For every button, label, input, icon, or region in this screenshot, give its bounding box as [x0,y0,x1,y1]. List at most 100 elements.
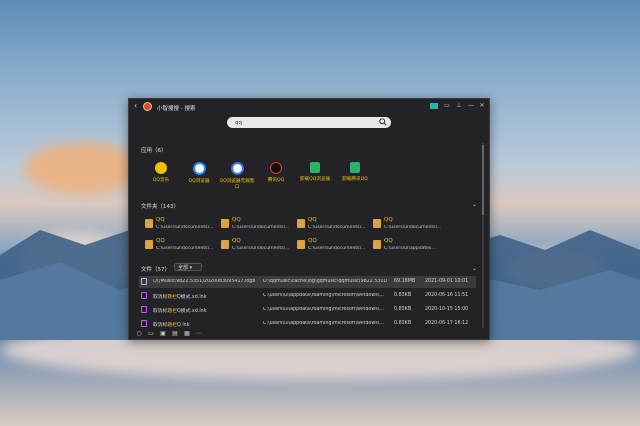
folder-item[interactable]: QQ C:\users\ul\documents\... [373,217,445,237]
file-path: D:\qqmusic\cache\log\qqmusic\qqmusic(982… [263,279,387,284]
name-suffix: Q.lnk [177,323,190,328]
file-date: 2020-06-17 16:12 [425,321,469,326]
name-suffix: Q模式.xd.lnk [177,309,207,314]
folder-icon [297,240,305,249]
chevron-down-icon[interactable]: ⌄ [472,265,477,272]
app-label: 卸载QQ浏览器 [299,177,331,182]
file-icon [141,278,147,285]
file-path: C:\users\ul\appdata\roaming\microsoft\wi… [263,307,384,312]
file-row[interactable]: QQMusic(9822.5351)2020083095417.log8 D:\… [139,276,476,288]
back-arrow-icon[interactable]: ‹ [134,102,137,110]
app-label: QQ浏览器 [188,179,210,184]
file-date: 2020-10-15 15:00 [425,307,469,312]
folder-item[interactable]: QQ C:\users\ul\documents\... [221,238,293,258]
file-size: 0.83KB [394,293,412,298]
file-filter-dropdown[interactable]: 全部 ▾ [174,263,202,271]
folder-path: C:\users\ul\appdates... [384,246,436,251]
folder-name: QQ [156,217,165,223]
file-size: 0.83KB [394,307,412,312]
chevron-down-icon[interactable]: ⌄ [472,201,477,208]
folder-item[interactable]: QQ C:\users\ul\documents\... [145,217,217,237]
folder-path: C:\users\ul\documents\... [232,225,290,230]
folder-item[interactable]: QQ C:\users\ul\documents\... [297,217,369,237]
image-icon[interactable]: ▣ [159,330,167,338]
file-row[interactable]: 取消标题栏Q模式.xd.lnk C:\users\ul\appdata\roam… [139,304,476,316]
qq-browser-private-icon [230,162,244,175]
tile-icon[interactable] [430,102,438,110]
name-highlight: 题栏 [167,309,178,314]
photo-icon[interactable]: ▦ [183,330,191,338]
file-name: 取消标题栏Q模式.xd.lnk [153,293,258,300]
folder-path: C:\users\ul\documents\... [384,225,442,230]
app-item-qq-music[interactable]: QQ音乐 [143,162,179,184]
name-prefix: 取消标 [153,323,168,328]
folder-name: QQ [232,217,241,223]
title-bar: ‹ 小智搜搜 - 搜索 ▭ ⊥ — ✕ [129,99,489,115]
apps-section-title: 应用（6） [141,148,167,154]
bottom-toolbar: ○ ▭ ▣ ▤ ▦ ⋯ [129,329,489,339]
file-path: C:\users\ul\appdata\roaming\microsoft\wi… [263,293,384,298]
window-title: 小智搜搜 - 搜索 [157,106,196,112]
file-icon [141,292,147,299]
uninstall-icon [350,162,360,173]
name-highlight: 题栏 [167,295,178,300]
name-prefix: 取消标 [153,309,168,314]
app-item-uninstall-qq[interactable]: 卸载腾讯QQ [337,162,373,183]
folder-item[interactable]: QQ C:\users\ul\documents\... [297,238,369,258]
uninstall-icon [310,162,320,173]
file-date: 2021-09-01 10:01 [425,279,469,284]
search-icon[interactable] [379,118,387,126]
layout-icon[interactable]: ▤ [171,330,179,338]
folder-item[interactable]: QQ C:\users\ul\documents\... [221,217,293,237]
file-size: 0.83KB [394,321,412,326]
monitor-icon[interactable]: ▭ [147,330,155,338]
close-icon[interactable]: ✕ [478,102,486,110]
name-suffix: Q模式.xd.lnk [177,295,207,300]
name-suffix: Music(9822.5351)2020083095417.log8 [160,279,256,284]
qq-penguin-icon [270,162,282,174]
folder-path: C:\users\ul\documents\... [156,225,214,230]
file-row[interactable]: 取消标题栏Q模式.xd.lnk C:\users\ul\appdata\roam… [139,290,476,302]
folder-path: C:\users\ul\documents\... [308,225,366,230]
minimize-icon[interactable]: — [467,102,475,110]
app-logo-icon [143,102,152,111]
app-item-tencent-qq[interactable]: 腾讯QQ [258,162,294,184]
more-icon[interactable]: ⋯ [195,330,203,338]
file-icon [141,320,147,327]
files-section-title: 文件（57） [141,267,170,273]
folder-icon [145,240,153,249]
app-item-qq-browser-private[interactable]: QQ浏览器无痕窗口 [219,162,255,191]
name-prefix: 取消标 [153,295,168,300]
file-name: 取消标题栏Q.lnk [153,321,258,328]
name-highlight: 题栏 [167,323,178,328]
search-input[interactable] [235,117,375,128]
scroll-thumb[interactable] [482,145,484,215]
settings-icon[interactable]: ▭ [443,102,451,110]
qq-browser-icon [192,162,206,175]
name-highlight: QQ [153,279,161,284]
app-item-qq-browser[interactable]: QQ浏览器 [181,162,217,185]
app-item-uninstall-qq-browser[interactable]: 卸载QQ浏览器 [297,162,333,183]
folder-icon [221,240,229,249]
folder-path: C:\users\ul\documents\... [156,246,214,251]
file-row[interactable]: 取消标题栏Q.lnk C:\users\ul\appdata\roaming\m… [139,318,476,328]
search-window: ‹ 小智搜搜 - 搜索 ▭ ⊥ — ✕ 应用（6） QQ音乐 QQ浏览器 QQ浏… [128,98,490,340]
folder-item[interactable]: QQ C:\users\ul\documents\... [145,238,217,258]
qq-music-icon [155,162,167,174]
folder-name: QQ [308,217,317,223]
file-size: 69.18MB [394,279,416,284]
folder-path: C:\users\ul\documents\... [308,246,366,251]
pin-icon[interactable]: ⊥ [455,102,463,110]
folder-item[interactable]: QQ C:\users\ul\appdates... [373,238,445,258]
app-label: 卸载腾讯QQ [342,177,368,182]
folder-icon [145,219,153,228]
file-icon [141,306,147,313]
filter-label: 全部 [178,265,189,271]
circle-icon[interactable]: ○ [135,330,143,338]
folder-name: QQ [232,238,241,244]
folder-icon [221,219,229,228]
scrollbar[interactable] [482,143,484,328]
app-label: 腾讯QQ [267,178,285,183]
file-name: 取消标题栏Q模式.xd.lnk [153,307,258,314]
search-box [227,117,391,128]
